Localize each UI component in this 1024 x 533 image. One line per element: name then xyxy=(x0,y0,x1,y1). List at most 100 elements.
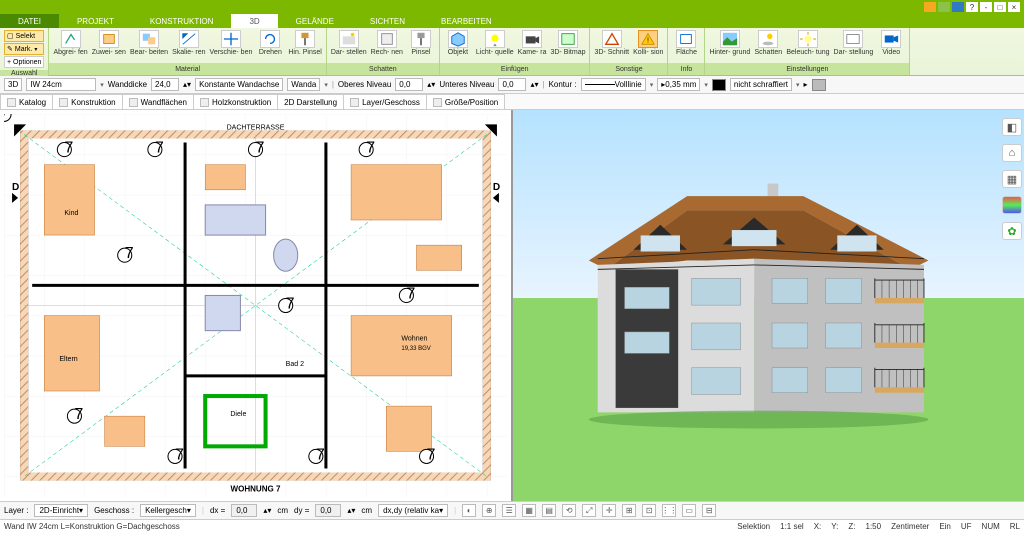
abgreifen-button[interactable]: Abgrei- fen xyxy=(53,30,87,56)
titlebar-btn[interactable] xyxy=(938,2,950,12)
tab-wandflaechen[interactable]: Wandflächen xyxy=(122,94,194,109)
tool-icon[interactable]: ▦ xyxy=(522,504,536,517)
group-label: Einfügen xyxy=(440,63,590,75)
tool-icon[interactable]: ⊕ xyxy=(482,504,496,517)
tab-holz[interactable]: Holzkonstruktion xyxy=(193,94,278,109)
tool-icon[interactable]: ⊟ xyxy=(702,504,716,517)
fill-swatch[interactable] xyxy=(812,79,826,91)
schatten-einst-button[interactable]: Schatten xyxy=(754,30,782,56)
tab-groesse[interactable]: Größe/Position xyxy=(426,94,505,109)
svg-text:Diele: Diele xyxy=(230,411,246,418)
wandart-dropdown[interactable]: Wanda xyxy=(287,78,320,91)
skalieren-button[interactable]: Skalie- ren xyxy=(172,30,205,56)
mode-dropdown[interactable]: 3D xyxy=(4,78,22,91)
tab-layer[interactable]: Layer/Geschoss xyxy=(343,94,427,109)
linetype-dropdown[interactable]: Volllinie xyxy=(581,78,646,91)
status-ratio: 1:50 xyxy=(866,522,882,531)
tool-icon[interactable]: ◐ xyxy=(462,504,476,517)
verschieben-button[interactable]: Verschie- ben xyxy=(210,30,253,56)
layers-icon[interactable]: ◧ xyxy=(1002,118,1022,136)
zuweisen-button[interactable]: Zuwei- sen xyxy=(92,30,126,56)
video-button[interactable]: Video xyxy=(877,30,905,56)
coord-mode-dropdown[interactable]: dx,dy (relativ ka ▾ xyxy=(378,504,448,517)
tool-icon[interactable]: ▤ xyxy=(542,504,556,517)
tool-icon[interactable]: ☰ xyxy=(502,504,516,517)
status-unit: Zentimeter xyxy=(891,522,929,531)
svg-text:Bad 2: Bad 2 xyxy=(286,361,304,368)
floorplan-pane[interactable]: 7 DACHTERRASSE WOHNUNG 7 Ki xyxy=(0,110,513,501)
drehen-button[interactable]: Drehen xyxy=(256,30,284,56)
svg-text:Kind: Kind xyxy=(64,210,78,217)
kamera-button[interactable]: Kame- ra xyxy=(518,30,547,56)
help-button[interactable]: ? xyxy=(966,2,978,12)
3d-pane[interactable]: ◧ ⌂ ▦ ✿ xyxy=(513,110,1024,501)
tool-icon[interactable]: ⊞ xyxy=(622,504,636,517)
bearbeiten-button[interactable]: Bear- beiten xyxy=(130,30,168,56)
beleuchtung-button[interactable]: Beleuch- tung xyxy=(786,30,829,56)
tab-konstruktion2[interactable]: Konstruktion xyxy=(52,94,122,109)
color-swatch[interactable] xyxy=(712,79,726,91)
schatten-pinsel-button[interactable]: Pinsel xyxy=(407,30,435,56)
wandachse-dropdown[interactable]: Konstante Wandachse xyxy=(195,78,283,91)
furniture-icon[interactable]: ⌂ xyxy=(1002,144,1022,162)
grid-icon[interactable]: ▦ xyxy=(1002,170,1022,188)
wanddicke-input[interactable]: 24,0 xyxy=(151,78,179,91)
group-label: Material xyxy=(49,63,325,75)
optionen-button[interactable]: + Optionen xyxy=(4,56,44,68)
close-button[interactable]: × xyxy=(1008,2,1020,12)
tab-konstruktion[interactable]: KONSTRUKTION xyxy=(132,14,232,28)
dy-input[interactable]: 0,0 xyxy=(315,504,341,517)
minimize-button[interactable]: - xyxy=(980,2,992,12)
building-3d xyxy=(544,180,973,430)
objekt-button[interactable]: Objekt xyxy=(444,30,472,56)
tool-icon[interactable]: ⋮⋮ xyxy=(662,504,676,517)
wall-dropdown[interactable]: IW 24cm xyxy=(26,78,96,91)
dx-input[interactable]: 0,0 xyxy=(231,504,257,517)
hatch-dropdown[interactable]: nicht schraffiert xyxy=(730,78,792,91)
tool-icon[interactable]: ⟲ xyxy=(562,504,576,517)
tab-katalog[interactable]: Katalog xyxy=(0,94,53,109)
tab-gelaende[interactable]: GELÄNDE xyxy=(278,14,352,28)
hintergrund-button[interactable]: Hinter- grund xyxy=(709,30,750,56)
mark-button[interactable]: ✎Mark.▾ xyxy=(4,43,44,55)
tool-tabs: Katalog Konstruktion Wandflächen Holzkon… xyxy=(0,94,1024,110)
ribbon: ▢Selekt ✎Mark.▾ + Optionen Auswahl Abgre… xyxy=(0,28,1024,76)
layer-dropdown[interactable]: 2D-Einricht ▾ xyxy=(34,504,88,517)
tab-sichten[interactable]: SICHTEN xyxy=(352,14,423,28)
tab-bearbeiten[interactable]: BEARBEITEN xyxy=(423,14,510,28)
lichtquelle-button[interactable]: Licht- quelle xyxy=(476,30,514,56)
unteres-input[interactable]: 0,0 xyxy=(498,78,526,91)
maximize-button[interactable]: □ xyxy=(994,2,1006,12)
darstellen-button[interactable]: Dar- stellen xyxy=(331,30,367,56)
tab-datei[interactable]: DATEI xyxy=(0,14,59,28)
pinsel-button[interactable]: Hin. Pinsel xyxy=(288,30,321,56)
3d-bitmap-button[interactable]: 3D- Bitmap xyxy=(550,30,585,56)
tool-icon[interactable]: ✛ xyxy=(602,504,616,517)
titlebar-btn[interactable] xyxy=(924,2,936,12)
status-num: NUM xyxy=(982,522,1000,531)
tool-icon[interactable]: ⊡ xyxy=(642,504,656,517)
oberes-input[interactable]: 0,0 xyxy=(395,78,423,91)
darstellung-button[interactable]: Dar- stellung xyxy=(834,30,874,56)
geschoss-dropdown[interactable]: Kellergesch ▾ xyxy=(140,504,196,517)
tab-3d[interactable]: 3D xyxy=(231,14,277,28)
tree-icon[interactable]: ✿ xyxy=(1002,222,1022,240)
title-bar: ? - □ × xyxy=(0,0,1024,14)
tab-projekt[interactable]: PROJEKT xyxy=(59,14,132,28)
3d-schnitt-button[interactable]: 3D- Schnitt xyxy=(594,30,629,56)
status-x: X: xyxy=(814,522,822,531)
thickness-dropdown[interactable]: ▸ 0,35 mm xyxy=(657,78,700,91)
kollision-button[interactable]: !Kolli- sion xyxy=(633,30,663,56)
selekt-button[interactable]: ▢Selekt xyxy=(4,30,44,42)
svg-text:D: D xyxy=(12,182,19,193)
tab-2d[interactable]: 2D Darstellung xyxy=(277,94,344,109)
svg-text:WOHNUNG 7: WOHNUNG 7 xyxy=(231,485,282,494)
status-bar: Wand IW 24cm L=Konstruktion G=Dachgescho… xyxy=(0,519,1024,533)
tool-icon[interactable]: ⤢ xyxy=(582,504,596,517)
tool-icon[interactable]: ▭ xyxy=(682,504,696,517)
flaeche-button[interactable]: Fläche xyxy=(672,30,700,56)
rechnen-button[interactable]: Rech- nen xyxy=(371,30,403,56)
palette-icon[interactable] xyxy=(1002,196,1022,214)
titlebar-btn[interactable] xyxy=(952,2,964,12)
main-split: 7 DACHTERRASSE WOHNUNG 7 Ki xyxy=(0,110,1024,501)
